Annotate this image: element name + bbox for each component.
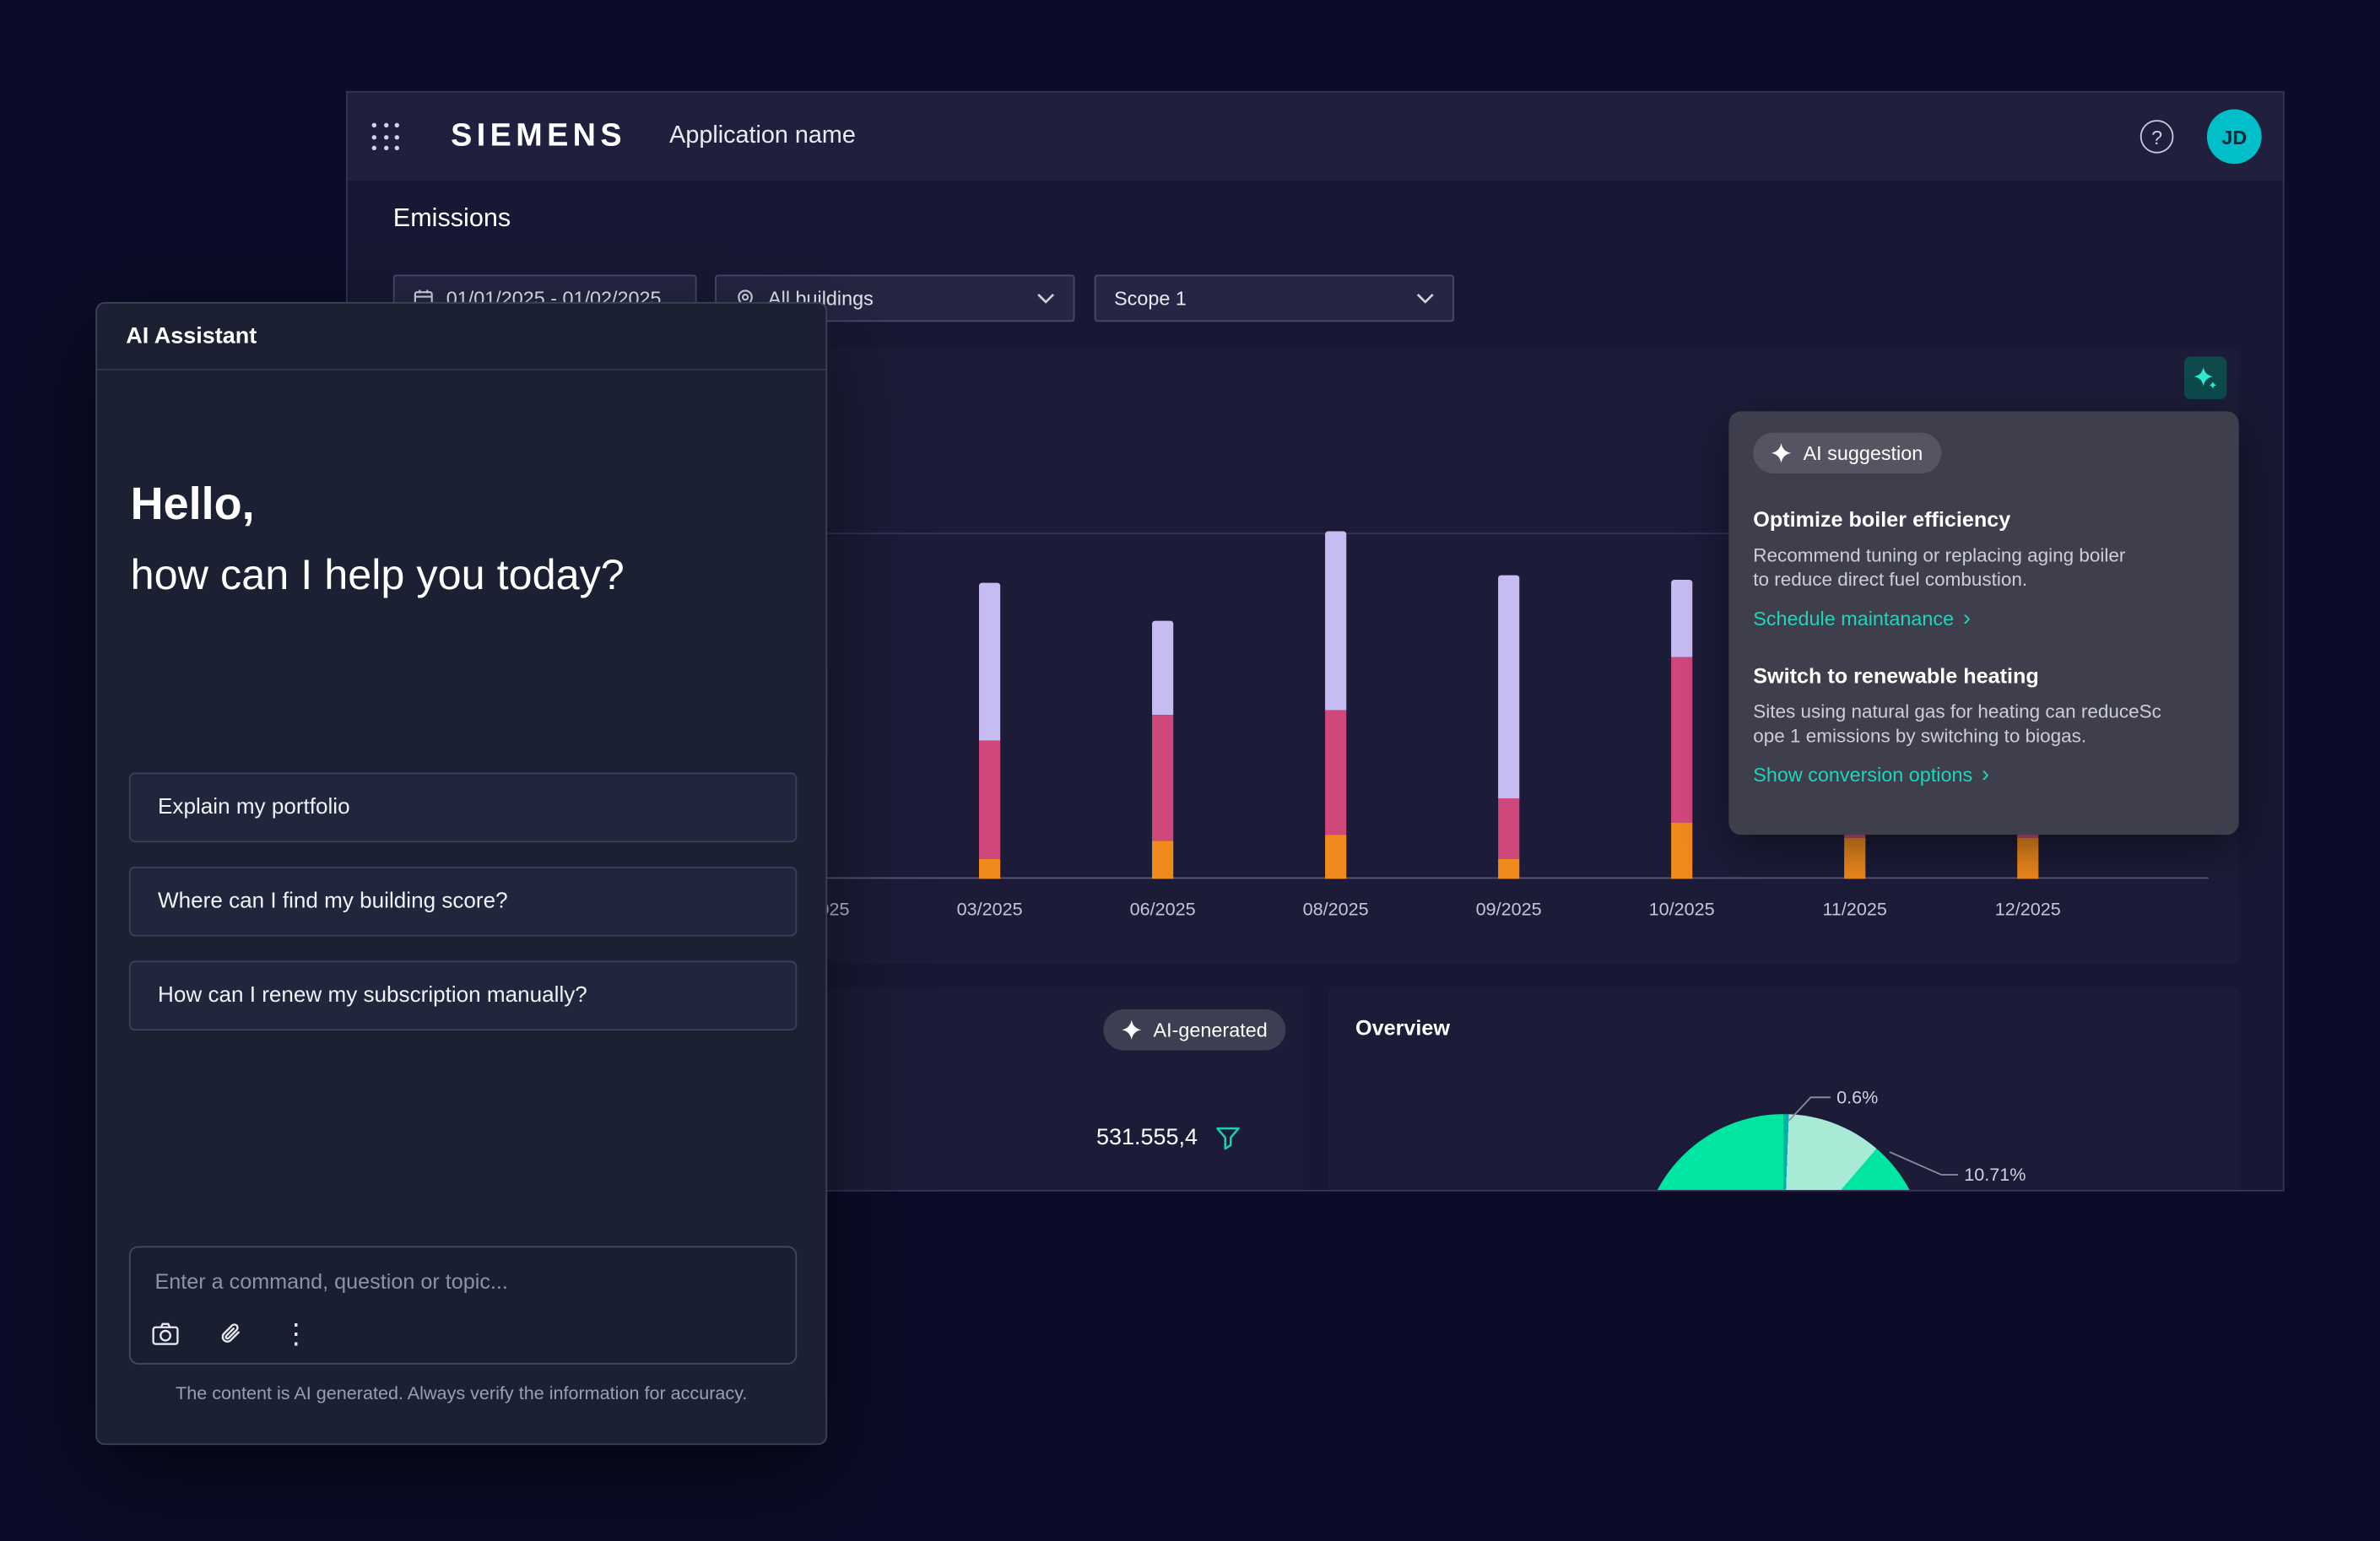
bar-segment-bottom-orange xyxy=(1152,841,1173,879)
chevron-right-icon: › xyxy=(1982,765,1989,784)
pie-label-mint-slice: 10.71% xyxy=(1964,1164,2026,1185)
suggestion-body-line: ope 1 emissions by switching to biogas. xyxy=(1753,724,2215,749)
assistant-input-box: ⋮ xyxy=(129,1246,797,1365)
x-axis-label: 06/2025 xyxy=(1102,899,1224,920)
assistant-suggestion-portfolio[interactable]: Explain my portfolio xyxy=(129,772,797,842)
siemens-logo: SIEMENS xyxy=(451,118,626,154)
bar-segment-top-lavender xyxy=(979,583,1000,741)
ai-suggestion-popover: AI suggestion Optimize boiler efficiency… xyxy=(1728,411,2238,835)
bar-segment-top-lavender xyxy=(1325,531,1346,710)
suggestion-body: Recommend tuning or replacing aging boil… xyxy=(1753,543,2215,592)
chevron-down-icon xyxy=(1416,293,1435,304)
assistant-suggestion-building-score[interactable]: Where can I find my building score? xyxy=(129,867,797,937)
bar-segment-middle-pink xyxy=(1325,711,1346,835)
emissions-total-row: 531.555,4 xyxy=(1096,1125,1240,1151)
bar-segment-middle-pink xyxy=(1498,798,1519,859)
bar-stack-10-2025 xyxy=(1671,580,1692,879)
greeting-bold: Hello, xyxy=(131,471,625,541)
sparkle-icon xyxy=(1122,1020,1141,1040)
avatar[interactable]: JD xyxy=(2207,109,2262,164)
suggestion-body-line: to reduce direct fuel combustion. xyxy=(1753,568,2215,592)
suggestion-body: Sites using natural gas for heating can … xyxy=(1753,700,2215,749)
bar-segment-bottom-orange xyxy=(979,859,1000,879)
ai-disclaimer: The content is AI generated. Always veri… xyxy=(97,1382,825,1403)
show-conversion-options-link[interactable]: Show conversion options › xyxy=(1753,764,2215,787)
x-axis-label: 08/2025 xyxy=(1275,899,1397,920)
app-launcher-icon[interactable] xyxy=(372,123,401,152)
assistant-command-input[interactable] xyxy=(152,1263,774,1299)
x-axis-label: 11/2025 xyxy=(1794,899,1916,920)
x-axis-label: 10/2025 xyxy=(1621,899,1743,920)
stage: SIEMENS Application name ? JD Emissions … xyxy=(0,0,2380,1540)
page-title: Emissions xyxy=(393,203,511,234)
bar-stack-08-2025 xyxy=(1325,531,1346,879)
overview-pie-chart xyxy=(1641,1114,1926,1192)
app-header: SIEMENS Application name ? JD xyxy=(348,93,2283,181)
sparkle-icon xyxy=(2193,365,2218,392)
x-axis-label: 12/2025 xyxy=(1967,899,2089,920)
chevron-right-icon: › xyxy=(1963,608,1971,628)
assistant-suggestion-renew-subscription[interactable]: How can I renew my subscription manually… xyxy=(129,960,797,1030)
assistant-title: AI Assistant xyxy=(126,323,257,349)
question-glyph: ? xyxy=(2151,125,2162,148)
x-axis-label: 09/2025 xyxy=(1448,899,1570,920)
bar-segment-bottom-orange xyxy=(1498,859,1519,879)
app-name: Application name xyxy=(669,123,856,150)
bar-segment-middle-pink xyxy=(1671,657,1692,823)
ai-suggestion-badge-label: AI suggestion xyxy=(1804,441,1923,464)
assistant-input-actions: ⋮ xyxy=(152,1321,310,1348)
link-label: Schedule maintanance xyxy=(1753,607,1954,630)
greeting-rest: how can I help you today? xyxy=(131,540,625,610)
scope-dropdown[interactable]: Scope 1 xyxy=(1095,275,1454,322)
camera-icon[interactable] xyxy=(152,1322,179,1346)
ai-generated-badge: AI-generated xyxy=(1103,1009,1285,1051)
attachment-icon[interactable] xyxy=(219,1322,243,1346)
bar-stack-06-2025 xyxy=(1152,621,1173,879)
bar-segment-middle-pink xyxy=(1152,715,1173,841)
suggestion-title: Optimize boiler efficiency xyxy=(1753,507,2215,532)
schedule-maintenance-link[interactable]: Schedule maintanance › xyxy=(1753,607,2215,630)
overview-card: Overview 0.6% 10.71% xyxy=(1328,988,2239,1192)
bar-segment-top-lavender xyxy=(1152,621,1173,716)
suggestion-body-line: Recommend tuning or replacing aging boil… xyxy=(1753,543,2215,568)
suggestion-body-line: Sites using natural gas for heating can … xyxy=(1753,700,2215,724)
bar-segment-middle-pink xyxy=(979,741,1000,859)
help-icon[interactable]: ? xyxy=(2140,120,2174,154)
bar-segment-bottom-orange xyxy=(1671,823,1692,879)
bar-segment-top-lavender xyxy=(1671,580,1692,657)
bar-segment-bottom-orange xyxy=(1325,835,1346,879)
x-axis-label: 03/2025 xyxy=(929,899,1051,920)
sparkle-icon xyxy=(1771,443,1791,462)
scope-value: Scope 1 xyxy=(1114,287,1187,310)
bar-stack-09-2025 xyxy=(1498,576,1519,879)
pie-label-small-slice: 0.6% xyxy=(1836,1087,1878,1108)
assistant-greeting: Hello, how can I help you today? xyxy=(131,471,625,610)
ai-generated-badge-label: AI-generated xyxy=(1154,1019,1268,1041)
assistant-header: AI Assistant xyxy=(97,304,825,370)
overview-title: Overview xyxy=(1355,1015,1450,1040)
link-label: Show conversion options xyxy=(1753,764,1972,787)
bar-segment-bottom-orange xyxy=(2017,838,2038,879)
filter-funnel-icon[interactable] xyxy=(1216,1126,1241,1150)
ai-suggestion-badge: AI suggestion xyxy=(1753,433,1941,474)
bar-segment-top-lavender xyxy=(1498,576,1519,798)
bar-stack-03-2025 xyxy=(979,583,1000,879)
bar-segment-bottom-orange xyxy=(1844,838,1865,879)
ai-assistant-panel: AI Assistant Hello, how can I help you t… xyxy=(95,302,827,1445)
suggestion-title: Switch to renewable heating xyxy=(1753,663,2215,688)
more-options-icon[interactable]: ⋮ xyxy=(283,1321,310,1348)
ai-suggestion-button[interactable] xyxy=(2184,357,2226,399)
emissions-total-value: 531.555,4 xyxy=(1096,1125,1198,1151)
chevron-down-icon xyxy=(1036,293,1055,304)
